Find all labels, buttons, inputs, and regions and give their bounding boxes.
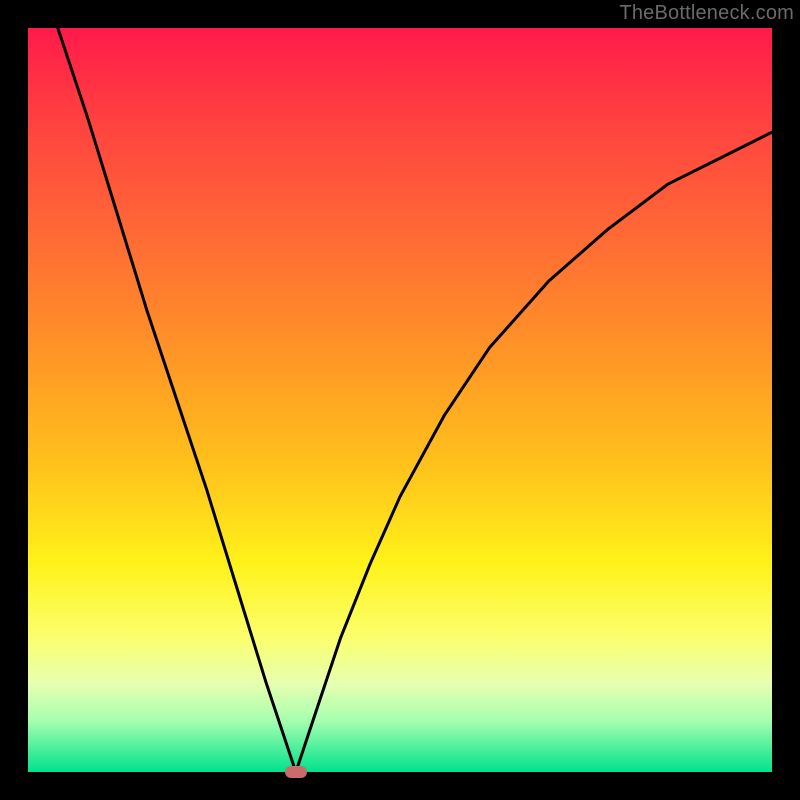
plot-area: [28, 28, 772, 772]
bottleneck-curve: [28, 28, 772, 772]
chart-frame: TheBottleneck.com: [0, 0, 800, 800]
min-marker: [285, 766, 307, 778]
curve-path: [58, 28, 772, 772]
watermark-text: TheBottleneck.com: [619, 2, 794, 25]
